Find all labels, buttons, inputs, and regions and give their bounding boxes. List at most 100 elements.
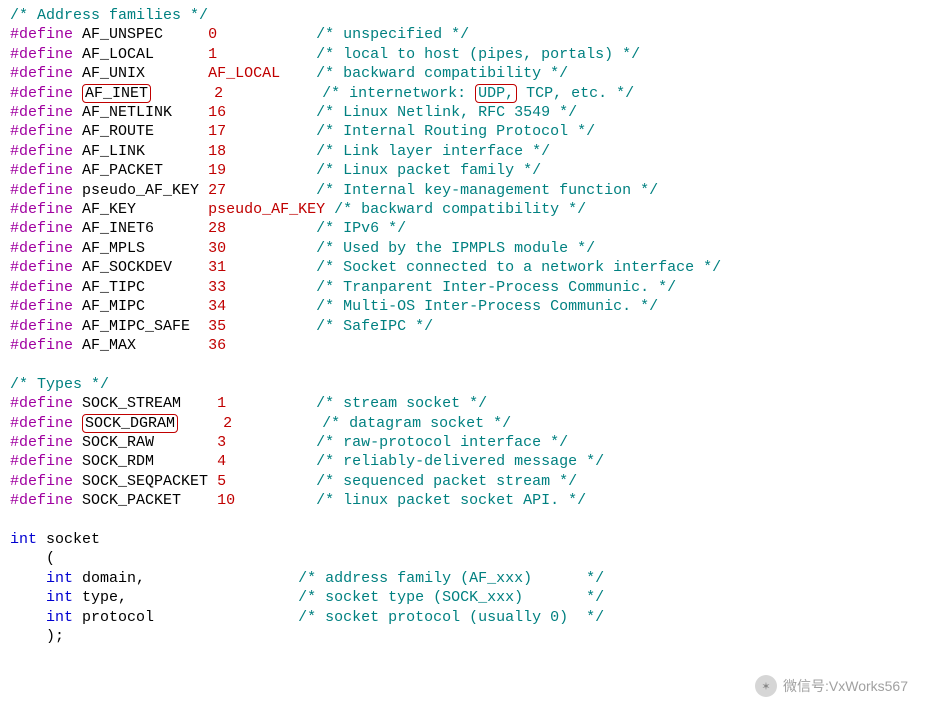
- macro-value: 2: [214, 85, 223, 102]
- func-return-type: int: [10, 531, 37, 548]
- param-comment: /* socket type (SOCK_xxx) */: [298, 589, 604, 606]
- macro-name: AF_MIPC: [82, 298, 145, 315]
- param-type: int: [46, 589, 73, 606]
- define-keyword: #define: [10, 415, 73, 432]
- macro-name: AF_KEY: [82, 201, 136, 218]
- macro-value: 0: [208, 26, 217, 43]
- define-keyword: #define: [10, 240, 73, 257]
- macro-comment: /* SafeIPC */: [316, 318, 433, 335]
- param-type: int: [46, 570, 73, 587]
- macro-comment: /* backward compatibility */: [316, 65, 568, 82]
- macro-comment: /* Socket connected to a network interfa…: [316, 259, 721, 276]
- macro-name: AF_MIPC_SAFE: [82, 318, 190, 335]
- macro-value: 33: [208, 279, 226, 296]
- macro-name: AF_MAX: [82, 337, 136, 354]
- define-keyword: #define: [10, 492, 73, 509]
- define-keyword: #define: [10, 182, 73, 199]
- macro-comment: /* reliably-delivered message */: [316, 453, 604, 470]
- macro-value: 28: [208, 220, 226, 237]
- macro-name-boxed: SOCK_DGRAM: [82, 414, 178, 433]
- param-comment: /* socket protocol (usually 0) */: [298, 609, 604, 626]
- macro-name-boxed: AF_INET: [82, 84, 151, 103]
- macro-name: SOCK_RAW: [82, 434, 154, 451]
- section-comment-af: /* Address families */: [10, 7, 208, 24]
- define-keyword: #define: [10, 46, 73, 63]
- define-keyword: #define: [10, 201, 73, 218]
- macro-name: AF_NETLINK: [82, 104, 172, 121]
- define-keyword: #define: [10, 318, 73, 335]
- macro-value: 16: [208, 104, 226, 121]
- macro-comment: /* Used by the IPMPLS module */: [316, 240, 595, 257]
- param-name: protocol: [82, 609, 298, 626]
- macro-value: 2: [223, 415, 232, 432]
- define-keyword: #define: [10, 162, 73, 179]
- macro-value: 1: [208, 46, 217, 63]
- macro-comment: /* Internal key-management function */: [316, 182, 658, 199]
- macro-name: AF_LOCAL: [82, 46, 154, 63]
- macro-value: 10: [217, 492, 235, 509]
- define-keyword: #define: [10, 104, 73, 121]
- macro-comment: /* raw-protocol interface */: [316, 434, 568, 451]
- macro-value: 19: [208, 162, 226, 179]
- define-keyword: #define: [10, 279, 73, 296]
- code-block: /* Address families */ #define AF_UNSPEC…: [0, 0, 932, 652]
- macro-name: pseudo_AF_KEY: [82, 182, 199, 199]
- macro-value: 36: [208, 337, 226, 354]
- define-keyword: #define: [10, 85, 73, 102]
- macro-value: pseudo_AF_KEY: [208, 201, 325, 218]
- macro-comment: /* Tranparent Inter-Process Communic. */: [316, 279, 676, 296]
- macro-value: 31: [208, 259, 226, 276]
- macro-comment: /* internetwork: UDP, TCP, etc. */: [322, 84, 634, 103]
- macro-value: 35: [208, 318, 226, 335]
- macro-comment: /* Linux packet family */: [316, 162, 541, 179]
- macro-name: AF_INET6: [82, 220, 154, 237]
- macro-name: SOCK_PACKET: [82, 492, 181, 509]
- macro-comment: /* stream socket */: [316, 395, 487, 412]
- macro-name: AF_SOCKDEV: [82, 259, 172, 276]
- define-keyword: #define: [10, 26, 73, 43]
- comment-boxed: UDP,: [475, 84, 517, 103]
- param-comment: /* address family (AF_xxx) */: [298, 570, 604, 587]
- macro-value: 4: [217, 453, 226, 470]
- macro-comment: /* Multi-OS Inter-Process Communic. */: [316, 298, 658, 315]
- define-keyword: #define: [10, 453, 73, 470]
- macro-value: 30: [208, 240, 226, 257]
- section-comment-types: /* Types */: [10, 376, 109, 393]
- macro-value: 3: [217, 434, 226, 451]
- define-keyword: #define: [10, 298, 73, 315]
- macro-value: 34: [208, 298, 226, 315]
- macro-value: 18: [208, 143, 226, 160]
- macro-name: AF_TIPC: [82, 279, 145, 296]
- macro-comment: /* backward compatibility */: [334, 201, 586, 218]
- macro-value: 27: [208, 182, 226, 199]
- param-type: int: [46, 609, 73, 626]
- param-name: domain,: [82, 570, 298, 587]
- macro-value: 1: [217, 395, 226, 412]
- wechat-icon: ✶: [755, 675, 777, 697]
- param-name: type,: [82, 589, 298, 606]
- macro-name: AF_MPLS: [82, 240, 145, 257]
- define-keyword: #define: [10, 65, 73, 82]
- macro-comment: /* local to host (pipes, portals) */: [316, 46, 640, 63]
- define-keyword: #define: [10, 220, 73, 237]
- macro-comment: /* IPv6 */: [316, 220, 406, 237]
- macro-name: SOCK_SEQPACKET: [82, 473, 208, 490]
- macro-name: AF_UNIX: [82, 65, 145, 82]
- macro-comment: /* unspecified */: [316, 26, 469, 43]
- macro-comment: /* linux packet socket API. */: [316, 492, 586, 509]
- define-keyword: #define: [10, 337, 73, 354]
- macro-name: SOCK_RDM: [82, 453, 154, 470]
- macro-comment: /* Link layer interface */: [316, 143, 550, 160]
- macro-comment: /* Linux Netlink, RFC 3549 */: [316, 104, 577, 121]
- define-keyword: #define: [10, 123, 73, 140]
- macro-comment: /* sequenced packet stream */: [316, 473, 577, 490]
- macro-name: AF_UNSPEC: [82, 26, 163, 43]
- define-keyword: #define: [10, 473, 73, 490]
- macro-value: 17: [208, 123, 226, 140]
- define-keyword: #define: [10, 434, 73, 451]
- macro-name: SOCK_STREAM: [82, 395, 181, 412]
- watermark-text: 微信号:VxWorks567: [783, 676, 908, 696]
- macro-name: AF_ROUTE: [82, 123, 154, 140]
- macro-comment: /* Internal Routing Protocol */: [316, 123, 595, 140]
- watermark: ✶ 微信号:VxWorks567: [755, 675, 908, 697]
